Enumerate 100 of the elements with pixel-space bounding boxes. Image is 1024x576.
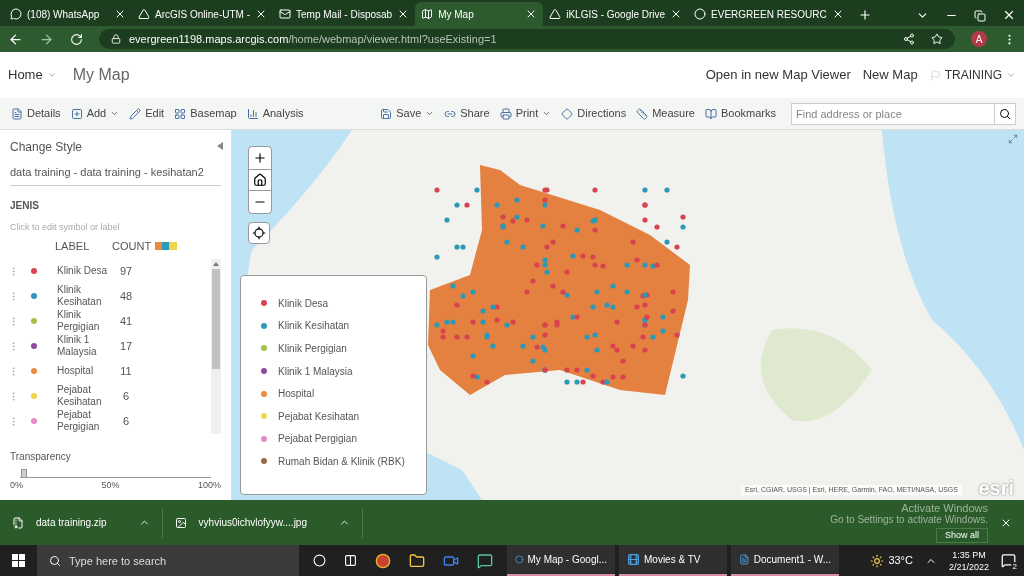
toolbar-button[interactable]: Save bbox=[377, 105, 438, 122]
layer-name: data training - data training - kesihatan2 bbox=[10, 164, 221, 186]
slider-handle[interactable] bbox=[20, 468, 27, 478]
tick-label: 100% bbox=[197, 478, 221, 492]
home-button[interactable] bbox=[249, 169, 271, 191]
legend-row[interactable]: Klinik Pergigian 41 bbox=[10, 308, 211, 334]
account-menu[interactable]: TRAINING bbox=[929, 66, 1016, 84]
taskbar-search-field[interactable]: Type here to search bbox=[37, 545, 299, 576]
transparency-label: Transparency bbox=[10, 449, 72, 464]
browser-tab[interactable]: My Map bbox=[415, 2, 544, 26]
legend-label: Klinik Pergigian bbox=[278, 342, 347, 356]
clock-date: 2/21/2022 bbox=[948, 560, 989, 573]
row-count: 41 bbox=[118, 313, 134, 329]
search-icon[interactable] bbox=[999, 107, 1011, 120]
row-label: Hospital bbox=[57, 365, 95, 377]
toolbar-button[interactable]: Share bbox=[441, 105, 493, 122]
browser-tab[interactable]: iKLGIS - Google Drive bbox=[543, 2, 689, 26]
app-icon bbox=[627, 553, 640, 566]
taskbar-window[interactable]: My Map - Googl... bbox=[507, 545, 615, 576]
toolbar-button[interactable]: Details bbox=[8, 105, 64, 122]
legend-label: Hospital bbox=[278, 387, 315, 402]
scroll-up-icon[interactable] bbox=[213, 261, 219, 266]
transparency-slider[interactable] bbox=[20, 467, 211, 478]
tick-label: 0% bbox=[10, 478, 23, 492]
toolbar-button[interactable]: Print bbox=[496, 105, 555, 122]
tab-favicon-icon bbox=[138, 8, 150, 20]
start-icon[interactable] bbox=[12, 554, 25, 567]
close-icon[interactable] bbox=[114, 8, 126, 20]
expand-icon[interactable] bbox=[1008, 134, 1018, 144]
row-label: Pejabat Pergigian bbox=[57, 409, 101, 433]
tab-favicon-icon bbox=[549, 8, 562, 20]
toolbar-button[interactable]: Measure bbox=[633, 105, 698, 122]
temperature: 33°C bbox=[888, 553, 913, 569]
header-link[interactable]: New Map bbox=[862, 65, 918, 85]
archive-file-icon bbox=[12, 516, 24, 529]
add-icon bbox=[70, 107, 83, 120]
toolbar-button[interactable]: Directions bbox=[558, 105, 630, 122]
browser-tab[interactable]: EVERGREEN RESOURC bbox=[688, 2, 850, 26]
tab-favicon-icon bbox=[694, 8, 707, 20]
weather-icon bbox=[870, 553, 885, 568]
header-link[interactable]: Open in new Map Viewer bbox=[705, 65, 851, 85]
close-icon[interactable] bbox=[255, 8, 267, 20]
activation-title: Activate Windows bbox=[901, 501, 988, 514]
toolbar-button[interactable]: Basemap bbox=[171, 105, 240, 122]
download-item[interactable]: vyhvius0ichvlofyyw....jpg bbox=[162, 507, 363, 538]
legend-row[interactable]: Klinik Desa 97 bbox=[10, 258, 211, 284]
caret-icon bbox=[46, 70, 57, 80]
legend-label: Klinik 1 Malaysia bbox=[278, 364, 353, 379]
toolbar-button[interactable]: Analysis bbox=[243, 105, 307, 122]
close-icon[interactable] bbox=[1002, 8, 1016, 22]
notification-count: 2 bbox=[1010, 562, 1019, 571]
taskbar-window[interactable]: Document1 - W... bbox=[731, 545, 839, 576]
legend-label: Rumah Bidan & Klinik (RBK) bbox=[278, 454, 405, 469]
forward-icon[interactable] bbox=[39, 31, 54, 47]
legend-row[interactable]: Pejabat Kesihatan 6 bbox=[10, 383, 211, 409]
profile-avatar[interactable]: A bbox=[971, 31, 987, 47]
app-icon bbox=[515, 553, 524, 566]
row-label: Klinik Kesihatan bbox=[57, 284, 103, 308]
browser-tab[interactable]: ArcGIS Online-UTM - bbox=[132, 2, 273, 26]
legend-row[interactable]: Pejabat Pergigian 6 bbox=[10, 408, 211, 434]
search-field[interactable]: Find address or place bbox=[791, 102, 995, 125]
back-icon[interactable] bbox=[8, 31, 23, 47]
tab-title: ArcGIS Online-UTM - bbox=[155, 7, 250, 22]
activation-text: Go to Settings to activate Windows. bbox=[830, 513, 988, 526]
download-item[interactable]: data training.zip bbox=[0, 507, 163, 538]
task-view-icon[interactable] bbox=[344, 554, 357, 567]
scrollbar[interactable] bbox=[211, 258, 221, 434]
row-count: 48 bbox=[118, 288, 134, 304]
lock-icon bbox=[111, 34, 121, 44]
new-tab-icon[interactable] bbox=[857, 8, 872, 22]
tab-favicon-icon bbox=[421, 8, 434, 20]
legend-row[interactable]: Hospital 11 bbox=[10, 358, 211, 384]
toolbar-button[interactable]: Bookmarks bbox=[701, 105, 779, 122]
legend-row[interactable]: Klinik Kesihatan 48 bbox=[10, 283, 211, 309]
notification-icon[interactable] bbox=[1001, 553, 1016, 568]
toolbar-button[interactable]: Add bbox=[67, 105, 123, 122]
legend-row[interactable]: Klinik 1 Malaysia 17 bbox=[10, 333, 211, 359]
flag-icon bbox=[929, 69, 941, 81]
row-count: 97 bbox=[118, 263, 134, 279]
row-count: 11 bbox=[119, 363, 133, 379]
address-bar[interactable]: evergreen1198.maps.arcgis.com/home/webmap/viewer.html?useExisting=1 bbox=[99, 29, 955, 49]
reload-icon[interactable] bbox=[70, 32, 83, 46]
save-icon bbox=[380, 107, 393, 120]
logo: esri bbox=[978, 478, 1014, 498]
locate-button[interactable] bbox=[248, 222, 270, 244]
taskbar-window[interactable]: Movies & TV bbox=[619, 545, 727, 576]
folder-icon[interactable] bbox=[409, 552, 425, 569]
chat-bubble-icon[interactable] bbox=[477, 552, 493, 569]
browser-tab[interactable]: (108) WhatsApp bbox=[4, 2, 132, 26]
toolbar-button[interactable]: Edit bbox=[126, 105, 168, 122]
home-menu[interactable]: Home bbox=[8, 65, 57, 85]
browser-tab[interactable]: Temp Mail - Disposab bbox=[273, 2, 416, 26]
row-count: 6 bbox=[121, 413, 131, 429]
tab-favicon-icon bbox=[279, 8, 291, 20]
row-label: Klinik Desa bbox=[57, 265, 109, 277]
show-all-button[interactable]: Show all bbox=[935, 527, 988, 544]
bookmark-star-icon[interactable] bbox=[931, 33, 943, 45]
tab-title: EVERGREEN RESOURC bbox=[711, 7, 827, 22]
panel-collapse-icon[interactable] bbox=[217, 142, 223, 150]
restore-icon[interactable] bbox=[974, 10, 986, 22]
